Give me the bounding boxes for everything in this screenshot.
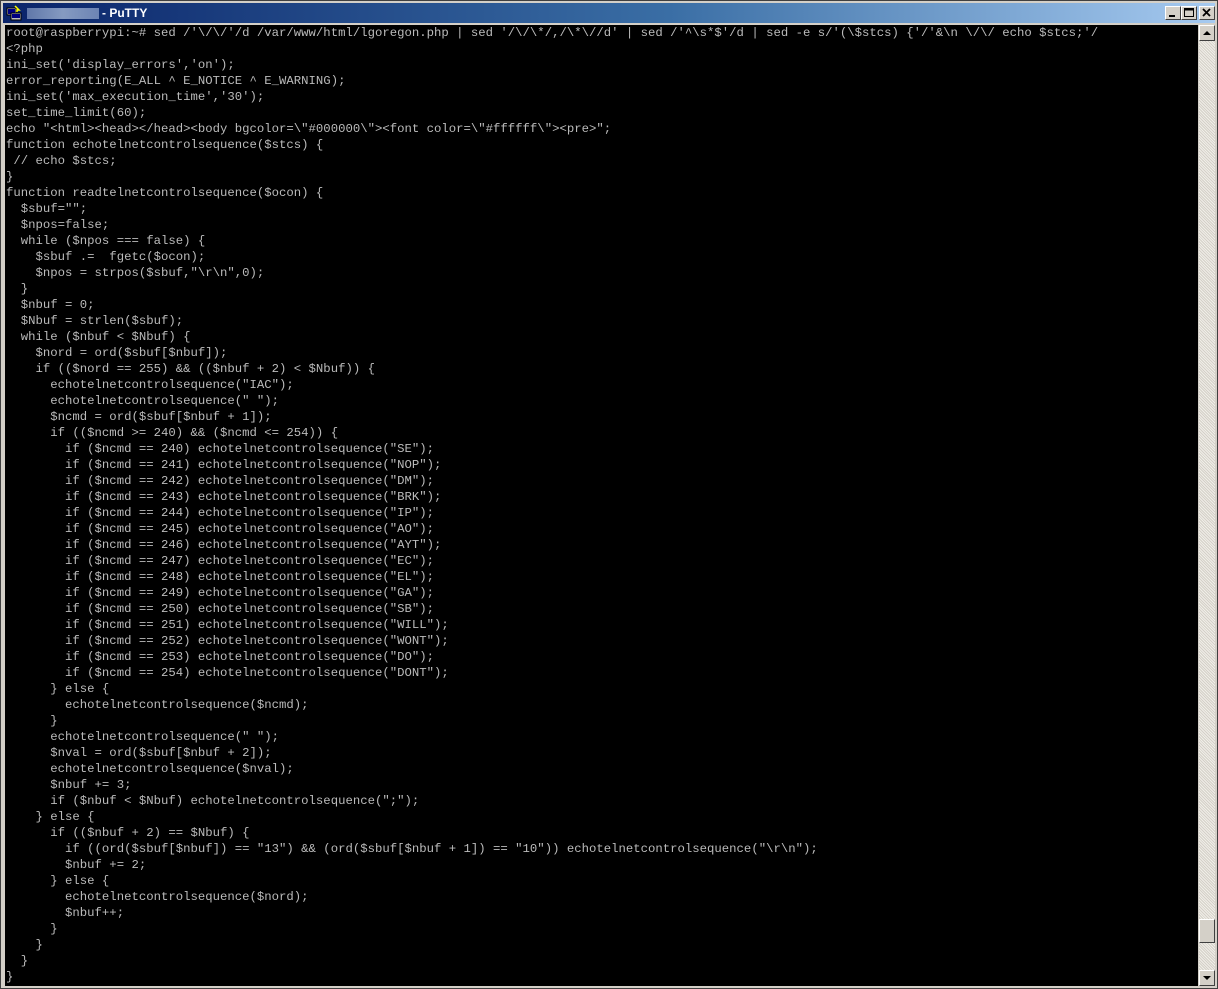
terminal-line: echotelnetcontrolsequence($ncmd);: [6, 698, 309, 712]
arrow-up-icon: [1203, 31, 1211, 35]
terminal-line: }: [6, 170, 14, 184]
putty-terminal-icon[interactable]: [6, 5, 22, 21]
terminal-output: root@raspberrypi:~# sed /'\/\/'/d /var/w…: [6, 25, 1098, 985]
terminal-line: while ($nbuf < $Nbuf) {: [6, 330, 191, 344]
terminal-line: error_reporting(E_ALL ^ E_NOTICE ^ E_WAR…: [6, 74, 346, 88]
terminal-line: $sbuf="";: [6, 202, 88, 216]
terminal-line: <?php: [6, 42, 43, 56]
terminal-line: if ($ncmd == 246) echotelnetcontrolseque…: [6, 538, 442, 552]
terminal-line: echotelnetcontrolsequence(" ");: [6, 730, 280, 744]
terminal-line: if ($ncmd == 251) echotelnetcontrolseque…: [6, 618, 449, 632]
terminal-line: if (($nord == 255) && (($nbuf + 2) < $Nb…: [6, 362, 375, 376]
terminal-line: if ($ncmd == 250) echotelnetcontrolseque…: [6, 602, 435, 616]
terminal-line: function readtelnetcontrolsequence($ocon…: [6, 186, 324, 200]
terminal-line: if ($ncmd == 241) echotelnetcontrolseque…: [6, 458, 442, 472]
terminal-line: if ($ncmd == 245) echotelnetcontrolseque…: [6, 522, 435, 536]
terminal-line: }: [6, 954, 29, 968]
title-redacted-region: [27, 8, 99, 19]
terminal-line: if ((ord($sbuf[$nbuf]) == "13") && (ord(…: [6, 842, 818, 856]
terminal-line: if ($ncmd == 240) echotelnetcontrolseque…: [6, 442, 435, 456]
terminal-line: echotelnetcontrolsequence(" ");: [6, 394, 280, 408]
terminal-line: }: [6, 938, 43, 952]
terminal-line: if ($ncmd == 243) echotelnetcontrolseque…: [6, 490, 442, 504]
terminal-line: $nval = ord($sbuf[$nbuf + 2]);: [6, 746, 272, 760]
terminal-line: } else {: [6, 874, 110, 888]
terminal-line: // echo $stcs;: [6, 154, 117, 168]
terminal-line: $nbuf++;: [6, 906, 125, 920]
terminal-line: $npos=false;: [6, 218, 110, 232]
minimize-icon: [1169, 15, 1175, 17]
terminal-line: if ($ncmd == 244) echotelnetcontrolseque…: [6, 506, 435, 520]
terminal-line: $ncmd = ord($sbuf[$nbuf + 1]);: [6, 410, 272, 424]
terminal-line: if ($ncmd == 253) echotelnetcontrolseque…: [6, 650, 435, 664]
terminal-line: } else {: [6, 810, 95, 824]
terminal-line: while ($npos === false) {: [6, 234, 206, 248]
terminal-line: $nord = ord($sbuf[$nbuf]);: [6, 346, 228, 360]
terminal-line: $nbuf = 0;: [6, 298, 95, 312]
terminal-line: echo "<html><head></head><body bgcolor=\…: [6, 122, 612, 136]
terminal-line: $sbuf .= fgetc($ocon);: [6, 250, 206, 264]
scroll-down-button[interactable]: [1199, 970, 1215, 986]
terminal-line: if ($ncmd == 247) echotelnetcontrolseque…: [6, 554, 435, 568]
terminal-line: if (($nbuf + 2) == $Nbuf) {: [6, 826, 250, 840]
terminal-line: $Nbuf = strlen($sbuf);: [6, 314, 184, 328]
terminal-screen[interactable]: root@raspberrypi:~# sed /'\/\/'/d /var/w…: [5, 25, 1198, 986]
terminal-line: if ($ncmd == 248) echotelnetcontrolseque…: [6, 570, 435, 584]
scroll-up-button[interactable]: [1199, 25, 1215, 41]
terminal-line: root@raspberrypi:~# sed /'\/\/'/d /var/w…: [6, 26, 1099, 40]
terminal-line: ini_set('max_execution_time','30');: [6, 90, 265, 104]
terminal-line: if (($ncmd >= 240) && ($ncmd <= 254)) {: [6, 426, 339, 440]
window-title: - PuTTY: [102, 6, 148, 20]
terminal-line: if ($ncmd == 254) echotelnetcontrolseque…: [6, 666, 449, 680]
terminal-line: if ($ncmd == 249) echotelnetcontrolseque…: [6, 586, 435, 600]
title-bar[interactable]: - PuTTY: [3, 3, 1215, 23]
putty-window: - PuTTY root@raspberrypi:~# sed /'\/\/'/…: [0, 0, 1218, 989]
close-icon: [1202, 8, 1211, 17]
minimize-button[interactable]: [1165, 6, 1181, 20]
terminal-line: $npos = strpos($sbuf,"\r\n",0);: [6, 266, 265, 280]
terminal-line: }: [6, 970, 14, 984]
terminal-line: echotelnetcontrolsequence("IAC");: [6, 378, 294, 392]
terminal-line: function echotelnetcontrolsequence($stcs…: [6, 138, 324, 152]
scrollbar-thumb[interactable]: [1199, 918, 1215, 943]
vertical-scrollbar[interactable]: [1199, 25, 1215, 986]
maximize-button[interactable]: [1181, 6, 1197, 20]
terminal-line: }: [6, 282, 29, 296]
terminal-line: $nbuf += 2;: [6, 858, 147, 872]
arrow-down-icon: [1203, 976, 1211, 980]
terminal-line: }: [6, 922, 58, 936]
close-button[interactable]: [1199, 6, 1215, 20]
terminal-line: $nbuf += 3;: [6, 778, 132, 792]
terminal-line: if ($nbuf < $Nbuf) echotelnetcontrolsequ…: [6, 794, 420, 808]
terminal-line: if ($ncmd == 242) echotelnetcontrolseque…: [6, 474, 435, 488]
terminal-line: } else {: [6, 682, 110, 696]
terminal-line: set_time_limit(60);: [6, 106, 147, 120]
terminal-line: if ($ncmd == 252) echotelnetcontrolseque…: [6, 634, 449, 648]
maximize-icon: [1184, 8, 1194, 17]
terminal-line: }: [6, 714, 58, 728]
terminal-line: echotelnetcontrolsequence($nord);: [6, 890, 309, 904]
terminal-line: echotelnetcontrolsequence($nval);: [6, 762, 294, 776]
terminal-line: ini_set('display_errors','on');: [6, 58, 235, 72]
